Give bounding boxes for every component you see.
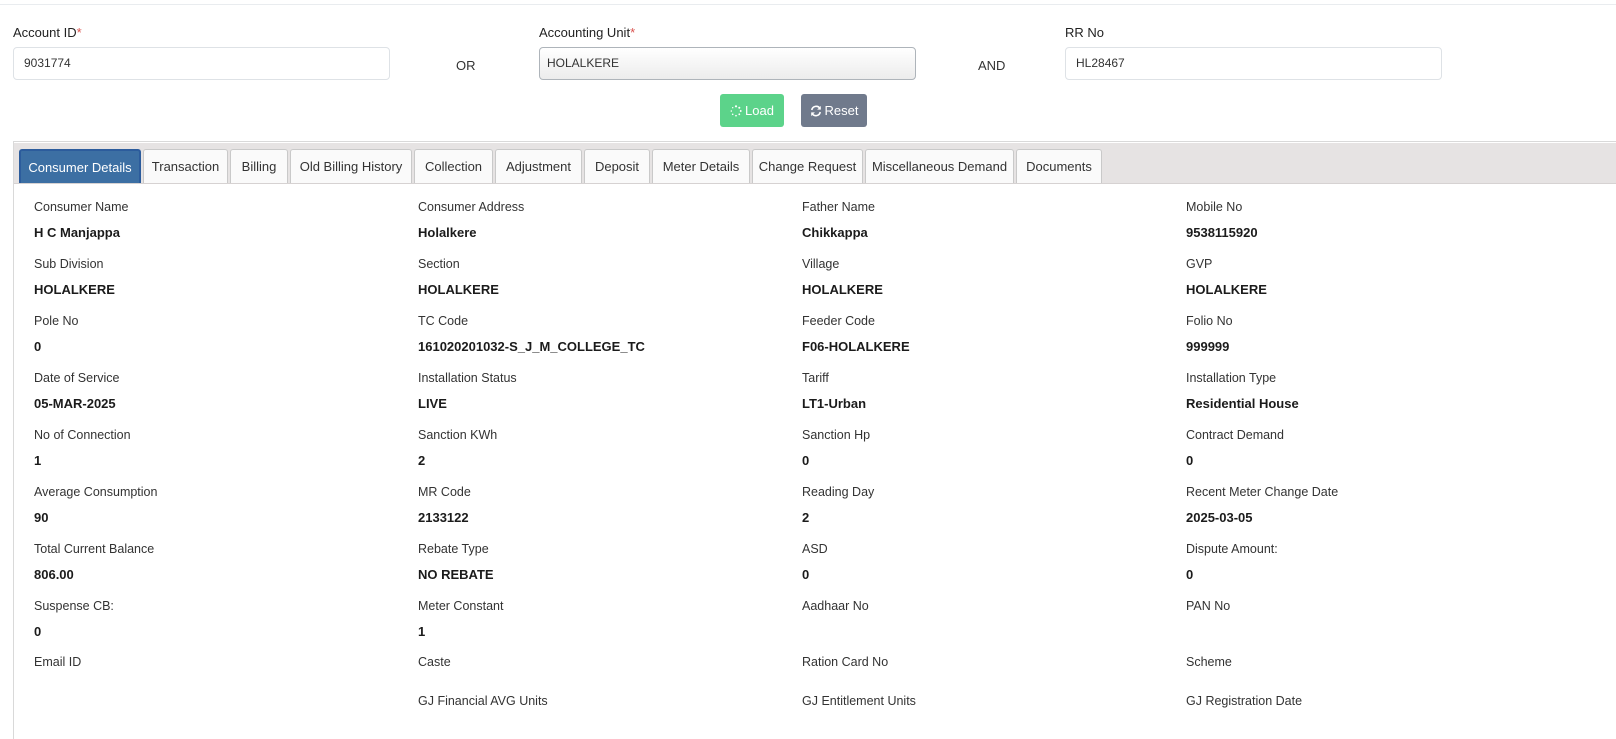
consumer-name-value: H C Manjappa [34,225,120,240]
refresh-icon [810,105,822,117]
ration-card-no-label: Ration Card No [802,655,889,669]
account-id-label: Account ID* [13,25,82,40]
pan-no-label: PAN No [1186,599,1231,613]
section-label: Section [418,257,460,271]
required-marker: * [76,25,82,40]
tab-miscellaneous-demand[interactable]: Miscellaneous Demand [865,149,1014,183]
date-of-service-label: Date of Service [34,371,120,385]
gvp-value: HOLALKERE [1186,282,1267,297]
folio-no-value: 999999 [1186,339,1230,354]
folio-no-label: Folio No [1186,314,1233,328]
gvp-label: GVP [1186,257,1213,271]
scheme-label: Scheme [1186,655,1232,669]
sanction-kwh-label: Sanction KWh [418,428,498,442]
contract-demand-label: Contract Demand [1186,428,1284,442]
contract-demand-value: 0 [1186,453,1194,468]
accounting-unit-select[interactable]: HOLALKERE [539,47,916,80]
sanction-hp-value: 0 [802,453,810,468]
mobile-no-value: 9538115920 [1186,225,1258,240]
account-id-input[interactable]: 9031774 [13,47,390,80]
tab-deposit[interactable]: Deposit [584,149,650,183]
rebate-type-label: Rebate Type [418,542,489,556]
father-name-label: Father Name [802,200,875,214]
or-label: OR [456,58,476,73]
rr-no-input[interactable]: HL28467 [1065,47,1442,80]
and-label: AND [978,58,1006,73]
dispute-amount-value: 0 [1186,567,1194,582]
meter-constant-value: 1 [418,624,426,639]
top-divider [0,4,1616,5]
gj-financial-avg-units-label: GJ Financial AVG Units [418,694,548,708]
tab-transaction[interactable]: Transaction [143,149,228,183]
sub-division-value: HOLALKERE [34,282,115,297]
load-button-label: Load [745,103,774,118]
gj-entitlement-units-label: GJ Entitlement Units [802,694,916,708]
reset-button[interactable]: Reset [801,94,867,127]
no-of-connection-value: 1 [34,453,42,468]
aadhaar-no-label: Aadhaar No [802,599,869,613]
consumer-address-value: Holalkere [418,225,477,240]
feeder-code-value: F06-HOLALKERE [802,339,910,354]
tariff-value: LT1-Urban [802,396,867,411]
installation-type-value: Residential House [1186,396,1299,411]
village-value: HOLALKERE [802,282,883,297]
mr-code-label: MR Code [418,485,471,499]
tab-meter-details[interactable]: Meter Details [652,149,750,183]
suspense-cb-label: Suspense CB: [34,599,114,613]
suspense-cb-value: 0 [34,624,42,639]
sanction-kwh-value: 2 [418,453,426,468]
tab-consumer-details[interactable]: Consumer Details [19,149,141,183]
reading-day-value: 2 [802,510,810,525]
gj-registration-date-label: GJ Registration Date [1186,694,1303,708]
pole-no-label: Pole No [34,314,79,328]
recent-meter-change-date-value: 2025-03-05 [1186,510,1253,525]
total-current-balance-label: Total Current Balance [34,542,155,556]
average-consumption-value: 90 [34,510,49,525]
accounting-unit-label: Accounting Unit* [539,25,636,40]
asd-label: ASD [802,542,828,556]
tab-old-billing-history[interactable]: Old Billing History [290,149,412,183]
village-label: Village [802,257,840,271]
tc-code-value: 161020201032-S_J_M_COLLEGE_TC [418,339,645,354]
sub-division-label: Sub Division [34,257,104,271]
tab-adjustment[interactable]: Adjustment [495,149,582,183]
required-marker: * [630,25,636,40]
date-of-service-value: 05-MAR-2025 [34,396,116,411]
rebate-type-value: NO REBATE [418,567,494,582]
tab-documents[interactable]: Documents [1016,149,1102,183]
total-current-balance-value: 806.00 [34,567,74,582]
spinner-icon [730,104,742,117]
mobile-no-label: Mobile No [1186,200,1243,214]
meter-constant-label: Meter Constant [418,599,504,613]
consumer-name-label: Consumer Name [34,200,129,214]
email-id-label: Email ID [34,655,82,669]
no-of-connection-label: No of Connection [34,428,131,442]
average-consumption-label: Average Consumption [34,485,158,499]
tariff-label: Tariff [802,371,829,385]
installation-status-label: Installation Status [418,371,517,385]
consumer-address-label: Consumer Address [418,200,525,214]
mr-code-value: 2133122 [418,510,469,525]
installation-type-label: Installation Type [1186,371,1277,385]
dispute-amount-label: Dispute Amount: [1186,542,1278,556]
rr-no-label: RR No [1065,25,1105,40]
recent-meter-change-date-label: Recent Meter Change Date [1186,485,1339,499]
reset-button-label: Reset [824,103,859,118]
sanction-hp-label: Sanction Hp [802,428,871,442]
pole-no-value: 0 [34,339,42,354]
caste-label: Caste [418,655,451,669]
section-value: HOLALKERE [418,282,499,297]
load-button[interactable]: Load [720,94,784,127]
tab-collection[interactable]: Collection [414,149,493,183]
reading-day-label: Reading Day [802,485,875,499]
tab-change-request[interactable]: Change Request [752,149,863,183]
asd-value: 0 [802,567,810,582]
father-name-value: Chikkappa [802,225,868,240]
feeder-code-label: Feeder Code [802,314,875,328]
tc-code-label: TC Code [418,314,469,328]
tab-billing[interactable]: Billing [230,149,288,183]
installation-status-value: LIVE [418,396,447,411]
